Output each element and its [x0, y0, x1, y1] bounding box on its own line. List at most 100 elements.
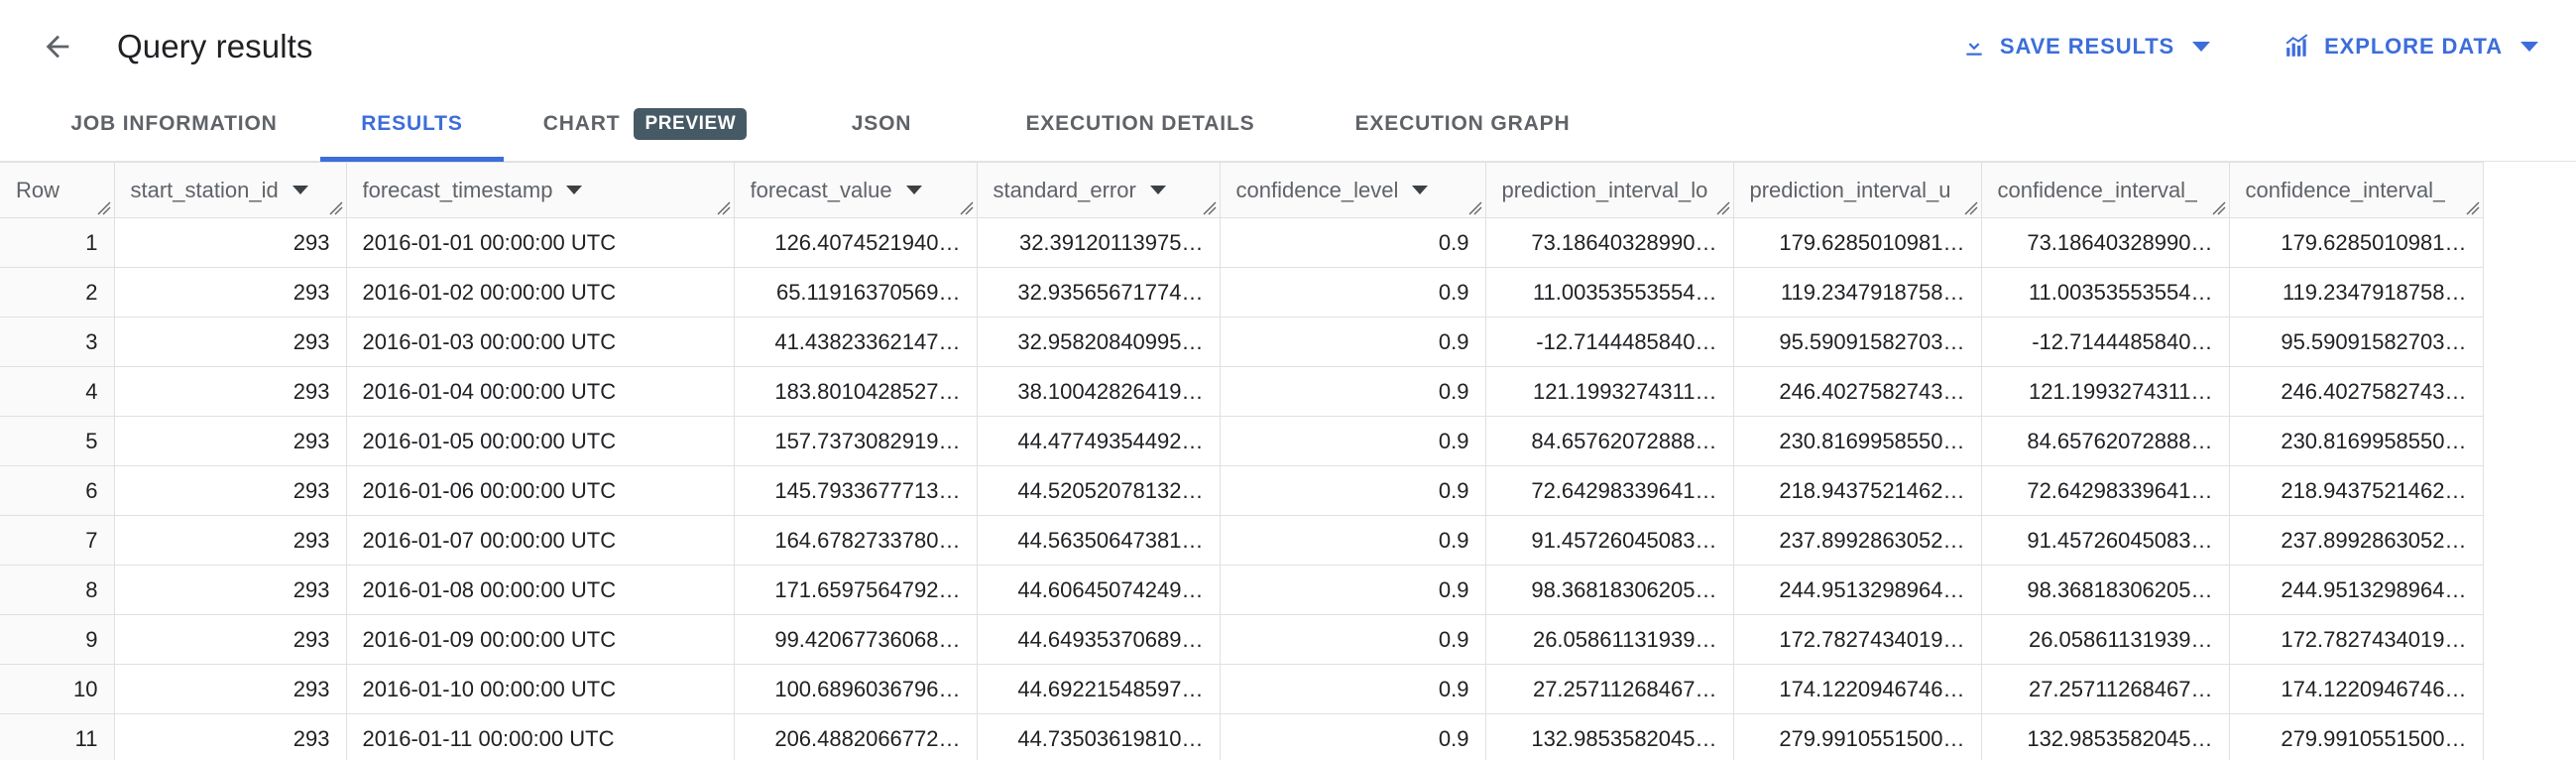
table-cell-piu: 279.9910551500… [1733, 713, 1982, 760]
table-cell-conf: 0.9 [1220, 416, 1486, 466]
tab-label: JSON [851, 112, 912, 135]
column-resize-handle[interactable] [327, 201, 343, 215]
table-cell-ssid: 293 [114, 366, 347, 417]
sort-chevron-down-icon[interactable] [1412, 186, 1429, 194]
table-row[interactable]: 9 293 2016-01-09 00:00:00 UTC 99.4206773606… [0, 614, 2484, 665]
explore-chart-icon [2283, 34, 2311, 60]
table-cell-ssid: 293 [114, 267, 347, 317]
table-cell-serr: 44.56350647381… [977, 515, 1221, 566]
tab-job-information[interactable]: JOB INFORMATION [28, 93, 320, 161]
column-resize-handle[interactable] [2210, 201, 2226, 215]
table-row[interactable]: 11 293 2016-01-11 00:00:00 UTC 206.48820667… [0, 713, 2484, 760]
column-resize-handle[interactable] [715, 201, 731, 215]
column-label: Row [16, 177, 60, 202]
tab-execution-details[interactable]: EXECUTION DETAILS [977, 93, 1304, 161]
column-label: forecast_timestamp [362, 177, 553, 202]
table-cell-piu: 218.9437521462… [1733, 465, 1982, 516]
table-cell-fval: 171.6597564792… [734, 565, 978, 615]
row-number-cell: 10 [0, 664, 115, 714]
sort-chevron-down-icon[interactable] [566, 186, 583, 194]
table-cell-fval: 126.4074521940… [734, 217, 978, 268]
table-cell-conf: 0.9 [1220, 515, 1486, 566]
save-results-label: SAVE RESULTS [1999, 34, 2175, 59]
table-cell-fval: 206.4882066772… [734, 713, 978, 760]
table-row[interactable]: 1 293 2016-01-01 00:00:00 UTC 126.407452194… [0, 217, 2484, 268]
column-header-forecast-value[interactable]: forecast_value [734, 162, 978, 218]
chevron-down-icon [2520, 42, 2538, 52]
column-header-confidence-interval-lower[interactable]: confidence_interval_ [1981, 162, 2230, 218]
tab-chart[interactable]: CHART PREVIEW [504, 93, 786, 161]
column-resize-handle[interactable] [1466, 201, 1482, 215]
column-label: confidence_level [1235, 177, 1399, 202]
table-cell-ciu: 279.9910551500… [2229, 713, 2484, 760]
table-cell-fval: 145.7933677713… [734, 465, 978, 516]
table-cell-fts: 2016-01-01 00:00:00 UTC [346, 217, 735, 268]
column-header-confidence-interval-upper[interactable]: confidence_interval_ [2229, 162, 2484, 218]
column-resize-handle[interactable] [1201, 201, 1217, 215]
column-resize-handle[interactable] [95, 201, 111, 215]
row-number-cell: 2 [0, 267, 115, 317]
column-resize-handle[interactable] [1714, 201, 1730, 215]
table-row[interactable]: 3 293 2016-01-03 00:00:00 UTC 41.4382336214… [0, 317, 2484, 367]
column-resize-handle[interactable] [2464, 201, 2480, 215]
table-cell-piu: 244.9513298964… [1733, 565, 1982, 615]
save-results-button[interactable]: SAVE RESULTS [1957, 26, 2214, 67]
table-cell-conf: 0.9 [1220, 614, 1486, 665]
table-cell-fts: 2016-01-10 00:00:00 UTC [346, 664, 735, 714]
row-number-cell: 8 [0, 565, 115, 615]
column-header-forecast-timestamp[interactable]: forecast_timestamp [346, 162, 735, 218]
table-cell-conf: 0.9 [1220, 366, 1486, 417]
table-cell-serr: 32.95820840995… [977, 317, 1221, 367]
column-header-start-station-id[interactable]: start_station_id [114, 162, 347, 218]
back-button[interactable] [28, 17, 87, 76]
column-header-confidence-level[interactable]: confidence_level [1220, 162, 1486, 218]
row-number-cell: 3 [0, 317, 115, 367]
column-resize-handle[interactable] [958, 201, 974, 215]
table-row[interactable]: 8 293 2016-01-08 00:00:00 UTC 171.659756479… [0, 565, 2484, 615]
table-cell-serr: 44.73503619810… [977, 713, 1221, 760]
table-cell-fts: 2016-01-04 00:00:00 UTC [346, 366, 735, 417]
sort-chevron-down-icon[interactable] [905, 186, 922, 194]
column-header-prediction-interval-lower[interactable]: prediction_interval_lo [1485, 162, 1734, 218]
table-cell-conf: 0.9 [1220, 565, 1486, 615]
sort-chevron-down-icon[interactable] [1149, 186, 1166, 194]
column-header-standard-error[interactable]: standard_error [977, 162, 1221, 218]
row-number-cell: 5 [0, 416, 115, 466]
top-app-bar: Query results SAVE RESULTS EXPLORE DATA [0, 0, 2576, 93]
table-row[interactable]: 7 293 2016-01-07 00:00:00 UTC 164.678273378… [0, 515, 2484, 566]
table-row[interactable]: 5 293 2016-01-05 00:00:00 UTC 157.737308291… [0, 416, 2484, 466]
column-label: prediction_interval_lo [1501, 177, 1708, 202]
column-header-row[interactable]: Row [0, 162, 115, 218]
table-cell-fts: 2016-01-08 00:00:00 UTC [346, 565, 735, 615]
table-row[interactable]: 4 293 2016-01-04 00:00:00 UTC 183.801042852… [0, 366, 2484, 417]
column-resize-handle[interactable] [1962, 201, 1978, 215]
table-cell-cil: 27.25711268467… [1981, 664, 2230, 714]
tab-execution-graph[interactable]: EXECUTION GRAPH [1304, 93, 1621, 161]
column-label: standard_error [993, 177, 1136, 202]
table-cell-ssid: 293 [114, 416, 347, 466]
tab-json[interactable]: JSON [786, 93, 977, 161]
table-cell-serr: 44.52052078132… [977, 465, 1221, 516]
row-number-cell: 11 [0, 713, 115, 760]
column-label: start_station_id [130, 177, 279, 202]
table-cell-cil: 11.00353553554… [1981, 267, 2230, 317]
table-cell-pil: 27.25711268467… [1485, 664, 1734, 714]
column-label: prediction_interval_u [1749, 177, 1951, 202]
sort-chevron-down-icon[interactable] [292, 186, 308, 194]
table-cell-fval: 65.11916370569… [734, 267, 978, 317]
explore-data-button[interactable]: EXPLORE DATA [2280, 26, 2542, 67]
table-cell-fval: 100.6896036796… [734, 664, 978, 714]
table-cell-serr: 38.10042826419… [977, 366, 1221, 417]
results-table-container[interactable]: Row start_station_id forecast_timestamp [0, 162, 2576, 760]
table-cell-fts: 2016-01-07 00:00:00 UTC [346, 515, 735, 566]
table-row[interactable]: 10 293 2016-01-10 00:00:00 UTC 100.68960367… [0, 664, 2484, 714]
explore-data-label: EXPLORE DATA [2324, 34, 2503, 59]
table-cell-ssid: 293 [114, 614, 347, 665]
table-cell-conf: 0.9 [1220, 664, 1486, 714]
column-header-prediction-interval-upper[interactable]: prediction_interval_u [1733, 162, 1982, 218]
table-row[interactable]: 6 293 2016-01-06 00:00:00 UTC 145.793367771… [0, 465, 2484, 516]
table-row[interactable]: 2 293 2016-01-02 00:00:00 UTC 65.1191637056… [0, 267, 2484, 317]
table-cell-ssid: 293 [114, 317, 347, 367]
tab-results[interactable]: RESULTS [320, 93, 504, 162]
row-number-cell: 1 [0, 217, 115, 268]
